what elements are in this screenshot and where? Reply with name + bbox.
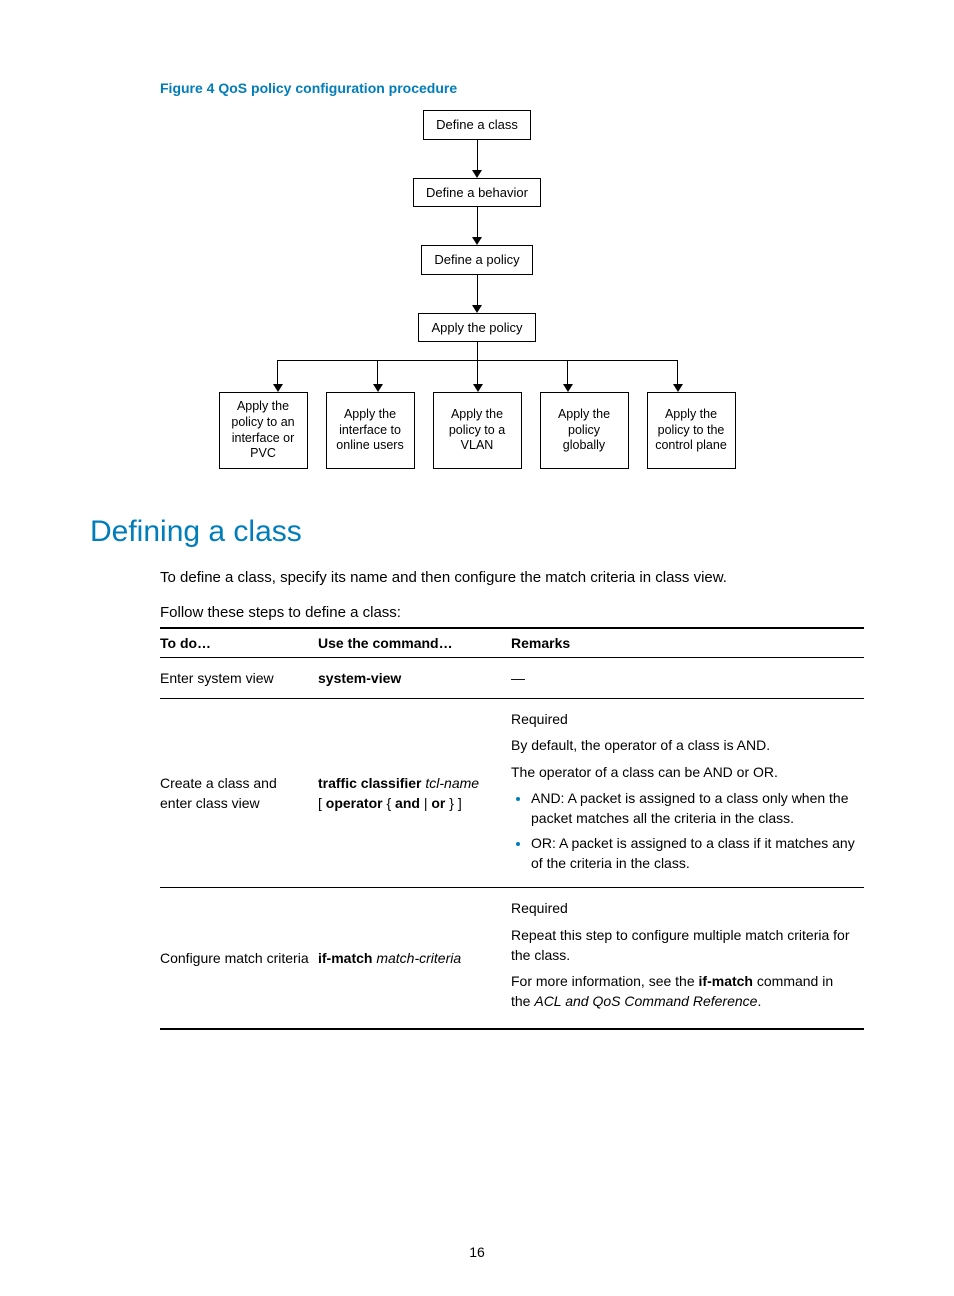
cell-remarks: — (511, 657, 864, 698)
paragraph: To define a class, specify its name and … (160, 567, 864, 588)
flow-step-apply-policy: Apply the policy (418, 313, 535, 343)
table-header-remarks: Remarks (511, 628, 864, 658)
flow-branch-connector (247, 342, 707, 392)
table-row: Enter system viewsystem-view— (160, 657, 864, 698)
arrow-down-icon (472, 275, 482, 313)
cell-todo: Create a class and enter class view (160, 699, 318, 888)
cell-remarks: RequiredRepeat this step to configure mu… (511, 888, 864, 1029)
steps-table: To do… Use the command… Remarks Enter sy… (160, 627, 864, 1030)
cell-command: system-view (318, 657, 511, 698)
flow-step-define-behavior: Define a behavior (413, 178, 541, 208)
flowchart: Define a class Define a behavior Define … (90, 110, 864, 469)
arrow-down-icon (472, 207, 482, 245)
section-heading: Defining a class (90, 515, 864, 549)
cell-todo: Configure match criteria (160, 888, 318, 1029)
cell-command: traffic classifier tcl-name[ operator { … (318, 699, 511, 888)
flow-branch-vlan: Apply the policy to a VLAN (433, 392, 522, 469)
table-header-todo: To do… (160, 628, 318, 658)
flow-step-define-class: Define a class (423, 110, 531, 140)
table-row: Configure match criteriaif-match match-c… (160, 888, 864, 1029)
flow-branch-globally: Apply the policy globally (540, 392, 629, 469)
cell-todo: Enter system view (160, 657, 318, 698)
flow-step-define-policy: Define a policy (421, 245, 532, 275)
flow-branch-online-users: Apply the interface to online users (326, 392, 415, 469)
flow-branch-interface-pvc: Apply the policy to an interface or PVC (219, 392, 308, 469)
table-row: Create a class and enter class viewtraff… (160, 699, 864, 888)
table-header-command: Use the command… (318, 628, 511, 658)
flow-branch-control-plane: Apply the policy to the control plane (647, 392, 736, 469)
flow-branch-row: Apply the policy to an interface or PVC … (219, 392, 736, 469)
cell-command: if-match match-criteria (318, 888, 511, 1029)
page-number: 16 (0, 1244, 954, 1260)
figure-caption: Figure 4 QoS policy configuration proced… (160, 80, 864, 96)
arrow-down-icon (472, 140, 482, 178)
cell-remarks: RequiredBy default, the operator of a cl… (511, 699, 864, 888)
paragraph: Follow these steps to define a class: (160, 602, 864, 623)
